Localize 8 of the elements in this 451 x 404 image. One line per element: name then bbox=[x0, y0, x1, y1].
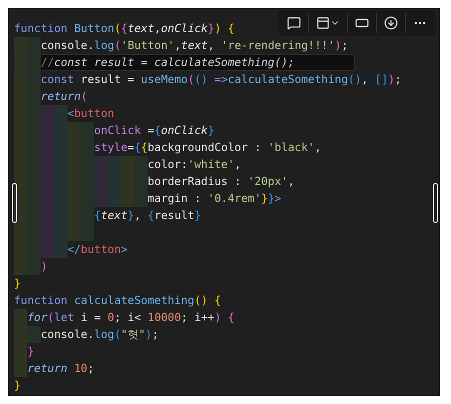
layout-icon bbox=[316, 16, 330, 30]
resize-handle[interactable] bbox=[12, 183, 17, 223]
code-line: function calculateSomething() { bbox=[14, 293, 222, 309]
code-line: } bbox=[14, 276, 21, 292]
code-editor[interactable] bbox=[8, 8, 440, 396]
code-line: function Button({text,onClick}) { bbox=[14, 21, 234, 37]
code-line: } bbox=[14, 378, 21, 394]
resize-handle[interactable] bbox=[433, 183, 438, 223]
